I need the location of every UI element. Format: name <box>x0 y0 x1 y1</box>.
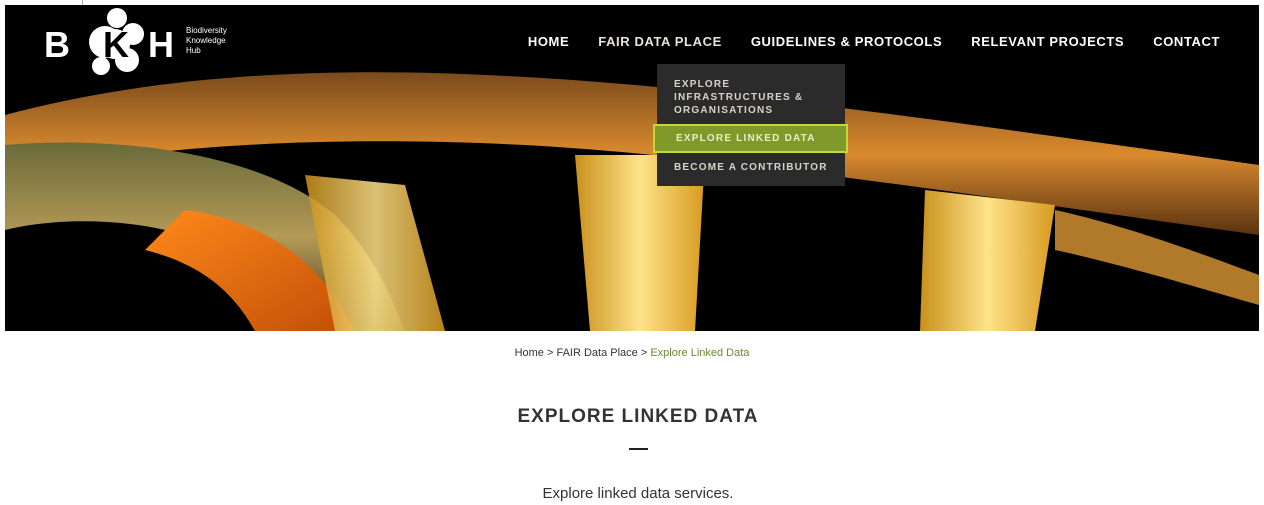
bkh-logo-mark: B K H <box>40 4 180 82</box>
breadcrumb-separator: > <box>637 347 651 359</box>
fair-data-dropdown: EXPLORE INFRASTRUCTURES & ORGANISATIONS … <box>653 64 848 186</box>
nav-guidelines-protocols[interactable]: GUIDELINES & PROTOCOLS <box>751 34 942 49</box>
dropdown-item-line: EXPLORE <box>674 79 731 90</box>
breadcrumb-current: Explore Linked Data <box>650 347 750 359</box>
dropdown-item-explore-infrastructures[interactable]: EXPLORE INFRASTRUCTURES & ORGANISATIONS <box>674 78 803 117</box>
brand-logo[interactable]: B K H Biodiversity Knowledge Hub <box>40 4 270 82</box>
dropdown-item-line: ORGANISATIONS <box>674 105 774 116</box>
dropdown-item-explore-linked-data[interactable]: EXPLORE LINKED DATA <box>653 124 848 153</box>
nav-contact[interactable]: CONTACT <box>1153 34 1220 49</box>
tagline-line: Hub <box>186 46 201 55</box>
main-nav: HOME FAIR DATA PLACE GUIDELINES & PROTOC… <box>528 34 1220 49</box>
page-intro: Explore linked data services. <box>542 485 734 502</box>
breadcrumb-fair-data-place[interactable]: FAIR Data Place <box>556 347 637 359</box>
breadcrumb: Home > FAIR Data Place > Explore Linked … <box>0 347 1264 359</box>
dropdown-item-become-contributor[interactable]: BECOME A CONTRIBUTOR <box>674 161 828 174</box>
brand-tagline: Biodiversity Knowledge Hub <box>186 26 246 56</box>
title-divider <box>629 448 648 450</box>
tagline-line: Knowledge <box>186 36 226 45</box>
logo-letter-b: B <box>44 24 70 65</box>
nav-home[interactable]: HOME <box>528 34 569 49</box>
nav-relevant-projects[interactable]: RELEVANT PROJECTS <box>971 34 1124 49</box>
logo-letter-h: H <box>148 24 174 65</box>
tagline-line: Biodiversity <box>186 26 227 35</box>
logo-letter-k: K <box>103 24 129 65</box>
breadcrumb-separator: > <box>543 347 557 359</box>
nav-fair-data-place[interactable]: FAIR DATA PLACE <box>598 34 722 49</box>
dropdown-item-line: INFRASTRUCTURES & <box>674 92 804 103</box>
breadcrumb-home[interactable]: Home <box>515 347 544 359</box>
page-title: EXPLORE LINKED DATA <box>517 406 759 427</box>
